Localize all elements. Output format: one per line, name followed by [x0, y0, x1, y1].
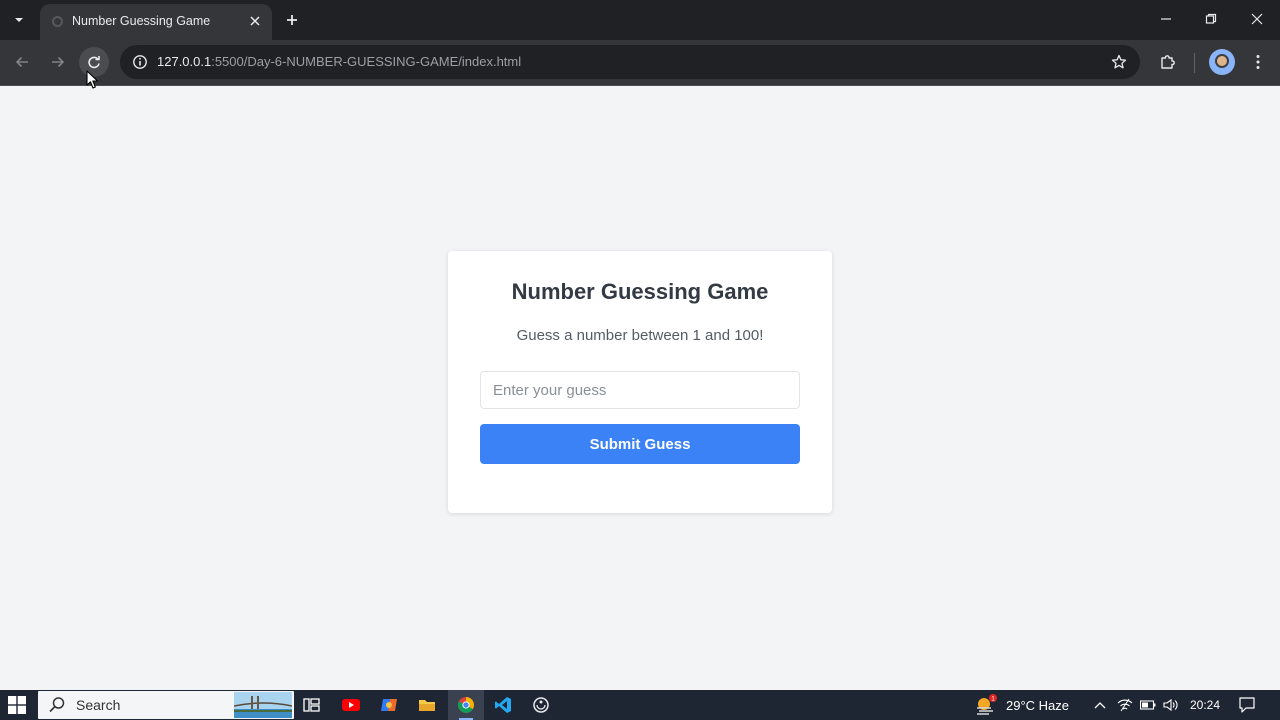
minimize-icon [1161, 18, 1171, 20]
app-taskbar-button[interactable] [530, 694, 552, 716]
minimize-button[interactable] [1146, 4, 1186, 34]
extensions-button[interactable] [1155, 49, 1181, 75]
reload-icon [88, 56, 100, 69]
youtube-taskbar-button[interactable] [340, 694, 362, 716]
kebab-menu-icon [1256, 55, 1260, 69]
speaker-icon [1163, 698, 1178, 712]
youtube-icon [342, 699, 360, 711]
restore-icon [1205, 13, 1217, 24]
arrow-right-icon [52, 56, 65, 68]
restore-button[interactable] [1191, 4, 1231, 34]
mouse-cursor-icon [86, 70, 99, 89]
app-circle-icon [533, 697, 549, 713]
search-highlight-bridge-icon [234, 692, 292, 718]
vscode-taskbar-button[interactable] [492, 694, 514, 716]
browser-menu-button[interactable] [1245, 49, 1271, 75]
tray-overflow-button[interactable] [1092, 697, 1108, 713]
loading-favicon-icon [52, 16, 63, 27]
close-icon [1251, 13, 1263, 25]
copilot-icon [381, 699, 397, 711]
weather-text[interactable]: 29°C Haze [1006, 698, 1069, 713]
taskbar-search-box[interactable]: Search [38, 691, 294, 719]
vscode-icon [495, 697, 511, 713]
tab-close-button[interactable] [246, 12, 264, 30]
game-card: Number Guessing Game Guess a number betw… [448, 251, 832, 513]
browser-toolbar: 127.0.0.1:5500/Day-6-NUMBER-GUESSING-GAM… [0, 40, 1280, 86]
toolbar-divider [1194, 53, 1195, 73]
browser-tab-strip: Number Guessing Game [0, 0, 1280, 40]
chevron-down-icon [15, 18, 23, 22]
volume-button[interactable] [1163, 697, 1179, 713]
folder-icon [419, 700, 435, 711]
new-tab-button[interactable] [280, 8, 304, 32]
puzzle-icon [1161, 55, 1175, 69]
windows-start-icon[interactable] [8, 696, 26, 714]
url-text[interactable]: 127.0.0.1:5500/Day-6-NUMBER-GUESSING-GAM… [157, 54, 521, 69]
window-close-button[interactable] [1237, 4, 1277, 34]
tab-search-button[interactable] [6, 7, 32, 33]
arrow-left-icon [15, 56, 28, 68]
info-icon [133, 55, 147, 69]
close-icon [250, 16, 260, 26]
file-explorer-taskbar-button[interactable] [416, 694, 438, 716]
battery-icon [1140, 700, 1156, 710]
site-info-button[interactable] [128, 50, 152, 74]
task-view-icon [303, 698, 320, 712]
guess-input[interactable] [480, 371, 800, 409]
bookmark-button[interactable] [1108, 51, 1130, 73]
notification-center-icon[interactable] [1238, 696, 1256, 714]
game-title: Number Guessing Game [511, 279, 769, 304]
profile-avatar[interactable] [1209, 49, 1235, 75]
plus-icon [287, 15, 297, 25]
weather-haze-icon[interactable]: 1 [974, 694, 998, 716]
forward-button[interactable] [43, 47, 73, 77]
chrome-taskbar-button[interactable] [455, 694, 477, 720]
taskbar-search-label: Search [76, 697, 121, 713]
taskbar-clock[interactable]: 20:24 [1190, 698, 1220, 712]
windows-taskbar: Search 1 29°C Haze 20:24 [0, 690, 1280, 720]
avatar-face-icon [1215, 54, 1229, 68]
submit-guess-button[interactable]: Submit Guess [480, 424, 800, 464]
address-bar[interactable]: 127.0.0.1:5500/Day-6-NUMBER-GUESSING-GAM… [120, 45, 1140, 79]
task-view-button[interactable] [301, 694, 323, 716]
search-icon [49, 697, 65, 713]
battery-button[interactable] [1140, 697, 1156, 713]
network-button[interactable] [1117, 697, 1133, 713]
game-subtitle: Guess a number between 1 and 100! [516, 327, 764, 344]
url-host: 127.0.0.1 [157, 54, 212, 69]
wifi-icon [1117, 698, 1133, 712]
back-button[interactable] [7, 47, 37, 77]
tab-title: Number Guessing Game [72, 14, 211, 28]
url-path: :5500/Day-6-NUMBER-GUESSING-GAME/index.h… [211, 54, 522, 69]
chevron-up-icon [1094, 702, 1106, 709]
star-icon [1111, 54, 1127, 69]
tab-number-guessing-game[interactable]: Number Guessing Game [40, 4, 272, 40]
copilot-taskbar-button[interactable] [378, 694, 400, 716]
chrome-icon [457, 697, 474, 713]
